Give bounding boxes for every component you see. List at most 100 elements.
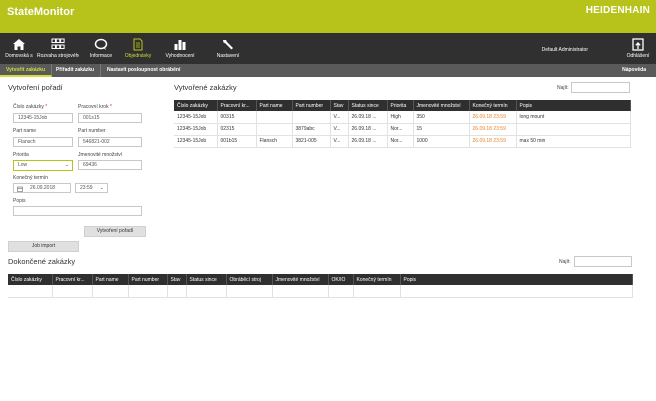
cell-part-name: Flansch (256, 135, 293, 148)
column-header[interactable]: Konečný termín (469, 100, 517, 111)
logout-button[interactable]: Odhlášení (624, 33, 652, 64)
description-input[interactable] (13, 206, 142, 216)
table-header-row: Číslo zakázky Pracovní kr... Part name P… (8, 274, 633, 285)
nav-settings[interactable]: Nastavení (212, 33, 244, 64)
nav-information-label: Informace (89, 53, 113, 59)
nav-evaluation-label: Vyhodnocení (165, 53, 195, 59)
cell-nominal-qty: 350 (413, 111, 470, 124)
cell-part-name (256, 111, 293, 124)
step-label: Pracovní krok * (78, 104, 112, 110)
wrench-icon (223, 40, 233, 50)
part-name-input[interactable]: Flansch (13, 137, 73, 147)
due-date-input[interactable]: 26.09.2018 (13, 183, 71, 193)
table-header-row: Číslo zakázky Pracovní kr... Part name P… (174, 100, 631, 111)
finished-search-input[interactable] (574, 256, 632, 267)
document-icon (133, 38, 143, 51)
create-order-title: Vytvoření pořadí (8, 83, 63, 92)
empty-row (8, 285, 633, 298)
cell-part-name (256, 123, 293, 136)
finished-orders-title: Dokončené zakázky (8, 257, 76, 266)
table-row[interactable]: 12345-15Job 00315 V... 26.09.18 ... High… (174, 111, 631, 124)
cell-part-number: 3879abc (292, 123, 331, 136)
due-label: Konečný termín (13, 175, 49, 181)
cell-nominal-qty: 15 (413, 123, 470, 136)
column-header[interactable]: Status since (348, 100, 388, 111)
logout-label: Odhlášení (626, 53, 650, 59)
brand-logo: HEIDENHAIN (585, 5, 650, 16)
cell-status-since: 26.09.18 ... (348, 135, 388, 148)
logout-icon (632, 38, 644, 51)
created-orders-table: Číslo zakázky Pracovní kr... Part name P… (174, 100, 631, 148)
help-link[interactable]: Nápověda (622, 64, 646, 77)
job-import-button[interactable]: Job import (8, 241, 79, 252)
nav-evaluation[interactable]: Vyhodnocení (162, 33, 198, 64)
priority-select[interactable]: Low ⌄ (13, 160, 73, 171)
cell-due: 26.09.18 23:59 (469, 123, 517, 136)
part-name-label: Part name (13, 128, 37, 134)
cell-state: V... (330, 123, 349, 136)
step-input[interactable]: 001s15 (78, 113, 142, 123)
column-header[interactable]: Priorita (387, 100, 414, 111)
nav-machine-overview-label: Rozvaha strojového p. (37, 53, 79, 59)
nominal-qty-label: Jmenovité množství (78, 152, 123, 158)
table-row[interactable]: 12345-15Job 02315 3879abc V... 26.09.18 … (174, 123, 631, 136)
nav-home-label: Domovská s (5, 53, 33, 59)
tab-create-order[interactable]: Vytvořit zakázku (0, 64, 52, 77)
column-header[interactable]: Konečný termín (353, 274, 401, 285)
nav-orders[interactable]: Objednávky (122, 33, 154, 64)
cell-status-since: 26.09.18 ... (348, 111, 388, 124)
column-header[interactable]: OK/IO (328, 274, 354, 285)
chevron-down-icon: ⌄ (99, 185, 104, 191)
tab-assign-order[interactable]: Přiřadit zakázku (50, 64, 102, 77)
bar-chart-icon (174, 40, 186, 50)
column-header[interactable]: Pracovní kr... (52, 274, 93, 285)
top-bar: StateMonitor HEIDENHAIN (0, 0, 656, 33)
description-label: Popis (13, 198, 26, 204)
column-header[interactable]: Jmenovité množství (413, 100, 470, 111)
finished-orders-table: Číslo zakázky Pracovní kr... Part name P… (8, 274, 633, 298)
column-header[interactable]: Pracovní kr... (217, 100, 257, 111)
column-header[interactable]: Part name (92, 274, 129, 285)
column-header[interactable]: Jmenovité množství (272, 274, 329, 285)
cell-description: long mount (516, 111, 631, 124)
priority-value: Low (18, 162, 28, 168)
nav-home[interactable]: Domovská s (3, 33, 35, 64)
column-header[interactable]: Part name (256, 100, 293, 111)
created-orders-title: Vytvořené zakázky (174, 83, 237, 92)
created-search-input[interactable] (571, 82, 630, 93)
nav-machine-overview[interactable]: Rozvaha strojového p. (37, 33, 79, 64)
column-header[interactable]: Stav (330, 100, 349, 111)
nav-information[interactable]: Informace (86, 33, 116, 64)
column-header[interactable]: Popis (516, 100, 631, 111)
chat-icon (94, 38, 108, 50)
column-header[interactable]: Popis (400, 274, 633, 285)
column-header[interactable]: Číslo zakázky (8, 274, 53, 285)
home-icon (13, 39, 25, 50)
cell-description (516, 123, 631, 136)
order-no-input[interactable]: 12345-15Job (13, 113, 73, 123)
cell-due: 26.09.18 23:59 (469, 111, 517, 124)
cell-state: V... (330, 111, 349, 124)
cell-description: max 50 min (516, 135, 631, 148)
tab-machining-sequence[interactable]: Nastavit posloupnost obrábění (101, 64, 186, 77)
part-number-label: Part number (78, 128, 106, 134)
column-header[interactable]: Obráběcí stroj (226, 274, 273, 285)
part-number-input[interactable]: 546821-002 (78, 137, 142, 147)
cell-part-number: 3821-005 (292, 135, 331, 148)
cell-step: 00315 (217, 111, 257, 124)
current-user: Default Administrator (541, 47, 588, 53)
create-order-button[interactable]: Vytvoření pořadí (84, 226, 146, 237)
column-header[interactable]: Part number (292, 100, 331, 111)
column-header[interactable]: Stav (167, 274, 187, 285)
nominal-qty-input[interactable]: 69436 (78, 160, 142, 170)
column-header[interactable]: Part number (128, 274, 168, 285)
cell-priority: High (387, 111, 414, 124)
table-row[interactable]: 12345-15Job 001b15 Flansch 3821-005 V...… (174, 135, 631, 148)
main-nav: Domovská s Rozvaha strojového p. Informa… (0, 33, 656, 64)
due-time-value: 23:59 (80, 185, 93, 191)
finished-search-label: Najít: (559, 259, 571, 265)
column-header[interactable]: Status since (186, 274, 227, 285)
due-time-select[interactable]: 23:59 ⌄ (75, 183, 108, 193)
calendar-icon (17, 186, 23, 192)
column-header[interactable]: Číslo zakázky (174, 100, 218, 111)
